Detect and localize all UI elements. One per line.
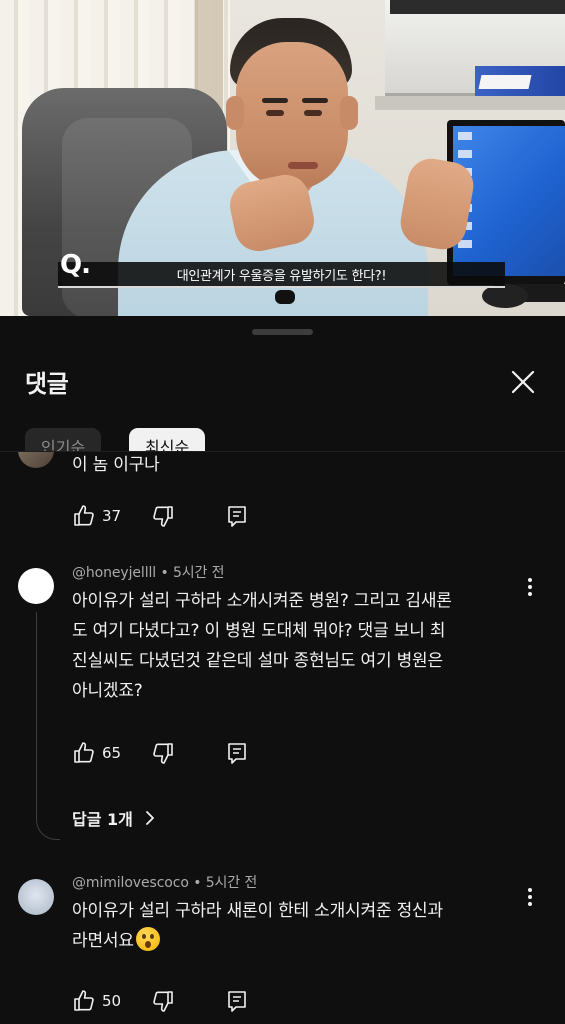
comment-actions: 65 (72, 738, 249, 768)
comment-author[interactable]: @honeyjellll (72, 565, 156, 581)
replies-count: 답글 1개 (72, 810, 133, 829)
dislike-button[interactable] (151, 989, 175, 1013)
comment-line: 아이유가 설리 구하라 소개시켜준 병원? 그리고 김새론 (72, 591, 452, 611)
avatar[interactable] (18, 452, 54, 468)
person-ear-right (340, 96, 358, 130)
comment-actions: 50 (72, 986, 249, 1016)
comment-time: 5시간 전 (205, 875, 258, 891)
reply-thread-line (36, 612, 60, 840)
like-count: 65 (102, 744, 122, 762)
sheet-drag-handle[interactable] (252, 329, 313, 335)
person-brow-left (262, 98, 288, 103)
like-button[interactable]: 65 (72, 741, 121, 765)
more-vertical-icon (528, 888, 532, 892)
thumbs-up-icon (74, 505, 94, 526)
thumbs-up-icon (74, 990, 94, 1011)
person-eye-left (266, 110, 284, 116)
comment-line: 진실씨도 다녔던것 같은데 설마 종현님도 여기 병원은 (72, 651, 443, 671)
avatar[interactable] (18, 568, 54, 604)
reply-comment-icon (228, 743, 246, 764)
person-brow-right (302, 98, 328, 103)
thumbs-up-icon (74, 742, 94, 763)
thumbs-down-icon (153, 991, 173, 1012)
sort-chips: 인기순 최신순 (25, 428, 565, 452)
like-button[interactable]: 37 (72, 504, 121, 528)
printer-top (390, 0, 565, 14)
close-icon (511, 370, 535, 394)
video-caption-marker: Q. (60, 250, 91, 280)
comment-line: 아니겠죠? (72, 681, 143, 701)
thumbs-down-icon (153, 743, 173, 764)
close-button[interactable] (503, 362, 543, 402)
reply-button[interactable] (225, 504, 249, 528)
thumbs-down-icon (153, 506, 173, 527)
comment-time: 5시간 전 (172, 565, 225, 581)
hushed-face-emoji (135, 927, 160, 951)
comment-line: 도 여기 다녔다고? 이 병원 도대체 뭐야? 댓글 보니 최 (72, 621, 446, 641)
reply-button[interactable] (225, 989, 249, 1013)
chip-popular[interactable]: 인기순 (25, 428, 102, 452)
shelf (375, 96, 565, 110)
comment-meta: @honeyjellll • 5시간 전 (72, 565, 225, 581)
more-vertical-icon (528, 578, 532, 582)
reply-button[interactable] (225, 741, 249, 765)
chip-recent[interactable]: 최신순 (129, 428, 206, 452)
comment-meta: @mimilovescoco • 5시간 전 (72, 875, 258, 891)
comment-author[interactable]: @mimilovescoco (72, 875, 189, 891)
comment-text: 아이유가 설리 구하라 소개시켜준 병원? 그리고 김새론 도 여기 다녔다고?… (72, 586, 532, 706)
person-mouth (288, 162, 318, 169)
video-caption-bar: 대인관계가 우울증을 유발하기도 한다?! (58, 262, 505, 288)
paper-box-label (478, 75, 532, 89)
comment-line: 아이유가 설리 구하라 새론이 한테 소개시켜준 정신과 (72, 901, 443, 921)
comments-title: 댓글 (25, 370, 69, 398)
like-count: 37 (102, 507, 122, 525)
dislike-button[interactable] (151, 741, 175, 765)
reply-comment-icon (228, 991, 246, 1012)
like-button[interactable]: 50 (72, 989, 121, 1013)
comment-text: 이 놈 이구나 (72, 455, 160, 475)
avatar[interactable] (18, 879, 54, 915)
comment-list[interactable]: 이 놈 이구나 37 @honeyjellll • 5시간 전 아이유가 설리 … (0, 452, 565, 1024)
reply-comment-icon (228, 506, 246, 527)
lapel-microphone (275, 290, 295, 304)
dislike-button[interactable] (151, 504, 175, 528)
comment-text: 아이유가 설리 구하라 새론이 한테 소개시켜준 정신과 라면서요 (72, 896, 532, 956)
view-replies-button[interactable]: 답글 1개 (72, 806, 159, 830)
like-count: 50 (102, 992, 122, 1010)
chevron-right-icon (145, 811, 154, 825)
person-eye-right (304, 110, 322, 116)
person-ear-left (226, 96, 244, 130)
video-caption-text: 대인관계가 우울증을 유발하기도 한다?! (176, 268, 387, 284)
video-player[interactable]: 대인관계가 우울증을 유발하기도 한다?! Q. (0, 0, 565, 316)
comment-line: 라면서요 (72, 931, 134, 951)
comment-actions: 37 (72, 501, 249, 531)
comments-sheet: 댓글 인기순 최신순 이 놈 이구나 37 @honeyjellll • 5시간… (0, 316, 565, 1024)
